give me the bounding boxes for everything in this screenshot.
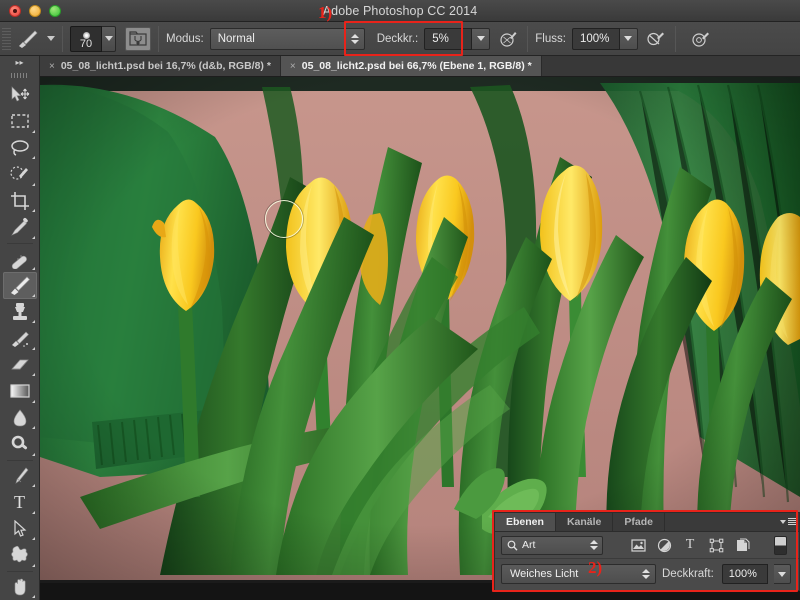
layer-opacity-input[interactable]: 100% (721, 564, 768, 584)
brush-preset-picker-button[interactable] (102, 25, 116, 52)
healing-brush-tool-icon[interactable] (3, 246, 37, 273)
rectangular-marquee-tool-icon[interactable] (3, 108, 37, 135)
filter-kind-value: Art (522, 539, 536, 551)
quick-selection-tool-icon[interactable] (3, 161, 37, 188)
tab-bar-empty-space (541, 56, 800, 76)
type-tool-icon[interactable]: T (3, 489, 37, 516)
tools-panel-grip[interactable] (0, 68, 39, 82)
airbrush-icon[interactable] (644, 27, 668, 51)
type-layer-filter-icon[interactable]: T (677, 535, 703, 556)
layers-panel-tabs: Ebenen Kanäle Pfade (495, 513, 799, 532)
tool-preset-chevron-down-icon[interactable] (47, 36, 55, 41)
brush-tool-icon[interactable] (2, 272, 37, 299)
photoshop-window: Adobe Photoshop CC 2014 70 Modus: Normal… (0, 0, 800, 600)
eraser-tool-icon[interactable] (3, 352, 37, 379)
pixel-layer-filter-icon[interactable] (625, 535, 651, 556)
mode-select[interactable]: Normal (209, 27, 365, 50)
brush-tool-icon[interactable] (13, 27, 43, 51)
adjustment-layer-filter-icon[interactable] (651, 535, 677, 556)
tab-label: Ebenen (506, 516, 544, 528)
search-icon (507, 540, 518, 551)
document-tab-label: 05_08_licht1.psd bei 16,7% (d&b, RGB/8) … (60, 60, 271, 72)
canvas-area[interactable] (40, 77, 800, 583)
layers-filter-row: Art T (495, 532, 799, 559)
tools-panel-collapse-button[interactable]: ▸▸ (0, 56, 39, 69)
hand-tool-icon[interactable] (3, 574, 37, 600)
blend-mode-select[interactable]: Weiches Licht (501, 564, 656, 584)
panel-tabs-empty-space (665, 513, 777, 531)
tab-kanaele[interactable]: Kanäle (556, 513, 614, 531)
tab-label: Pfade (624, 516, 653, 528)
flow-value: 100% (579, 32, 610, 45)
options-bar: 70 Modus: Normal Deckkr.: 5% Fluss: 100% (0, 22, 800, 56)
mode-label: Modus: (166, 32, 204, 45)
blend-mode-value: Weiches Licht (510, 568, 579, 580)
double-chevron-icon: ▸▸ (15, 57, 24, 67)
document-tab-label: 05_08_licht2.psd bei 66,7% (Ebene 1, RGB… (301, 60, 532, 72)
tab-ebenen[interactable]: Ebenen (495, 513, 556, 531)
options-divider (62, 25, 63, 52)
layer-opacity-value: 100% (728, 568, 757, 580)
opacity-slider-button[interactable] (472, 27, 491, 50)
layer-opacity-slider-button[interactable] (773, 564, 791, 584)
document-image[interactable] (40, 77, 800, 580)
chevron-up-down-icon (641, 569, 651, 579)
title-bar: Adobe Photoshop CC 2014 (0, 0, 800, 22)
dodge-tool-icon[interactable] (3, 431, 37, 458)
flow-input[interactable]: 100% (571, 27, 620, 50)
gradient-tool-icon[interactable] (3, 378, 37, 405)
chevron-up-down-icon (350, 33, 360, 44)
filter-kind-select[interactable]: Art (501, 535, 603, 555)
shape-layer-filter-icon[interactable] (703, 535, 729, 556)
app-title: Adobe Photoshop CC 2014 (322, 3, 478, 18)
chevron-up-down-icon (589, 540, 599, 550)
close-icon[interactable]: × (49, 61, 55, 72)
path-selection-tool-icon[interactable] (3, 516, 37, 543)
options-bar-grip[interactable] (2, 27, 11, 50)
document-tab-1[interactable]: × 05_08_licht2.psd bei 66,7% (Ebene 1, R… (280, 56, 542, 76)
flow-label: Fluss: (535, 32, 566, 45)
lasso-tool-icon[interactable] (3, 135, 37, 162)
document-tab-0[interactable]: × 05_08_licht1.psd bei 16,7% (d&b, RGB/8… (40, 56, 281, 76)
brush-size-field[interactable]: 70 (70, 25, 102, 52)
pressure-opacity-icon[interactable] (496, 27, 520, 51)
document-tab-bar: × 05_08_licht1.psd bei 16,7% (d&b, RGB/8… (40, 56, 800, 77)
tab-label: Kanäle (566, 516, 602, 528)
blur-tool-icon[interactable] (3, 405, 37, 432)
crop-tool-icon[interactable] (3, 188, 37, 215)
layer-blend-row: Weiches Licht Deckkraft: 100% (495, 559, 799, 589)
opacity-input[interactable]: 5% (424, 27, 473, 50)
pen-tool-icon[interactable] (3, 463, 37, 490)
tab-pfade[interactable]: Pfade (613, 513, 665, 531)
clone-stamp-tool-icon[interactable] (3, 299, 37, 326)
options-divider-4 (674, 25, 676, 52)
custom-shape-tool-icon[interactable] (3, 542, 37, 569)
brush-panel-icon[interactable] (125, 26, 151, 51)
opacity-label: Deckkr.: (376, 32, 419, 45)
pressure-size-icon[interactable] (689, 27, 713, 51)
flow-slider-button[interactable] (619, 27, 638, 50)
filter-toggle-switch[interactable] (774, 535, 787, 555)
tools-panel: ▸▸ T (0, 56, 40, 600)
brush-size-value: 70 (79, 37, 93, 50)
close-icon[interactable]: × (290, 61, 296, 72)
panel-menu-icon[interactable] (777, 513, 799, 531)
layers-panel: Ebenen Kanäle Pfade Art T Weiches Licht … (494, 512, 800, 591)
options-divider-2 (158, 25, 159, 52)
options-divider-3 (527, 25, 529, 52)
eyedropper-tool-icon[interactable] (3, 214, 37, 241)
history-brush-tool-icon[interactable] (3, 325, 37, 352)
mode-value: Normal (217, 32, 255, 45)
smart-object-filter-icon[interactable] (729, 535, 755, 556)
layer-opacity-label: Deckkraft: (662, 568, 714, 580)
opacity-value: 5% (432, 32, 449, 45)
brush-cursor (265, 200, 303, 238)
move-tool-icon[interactable] (3, 82, 37, 109)
